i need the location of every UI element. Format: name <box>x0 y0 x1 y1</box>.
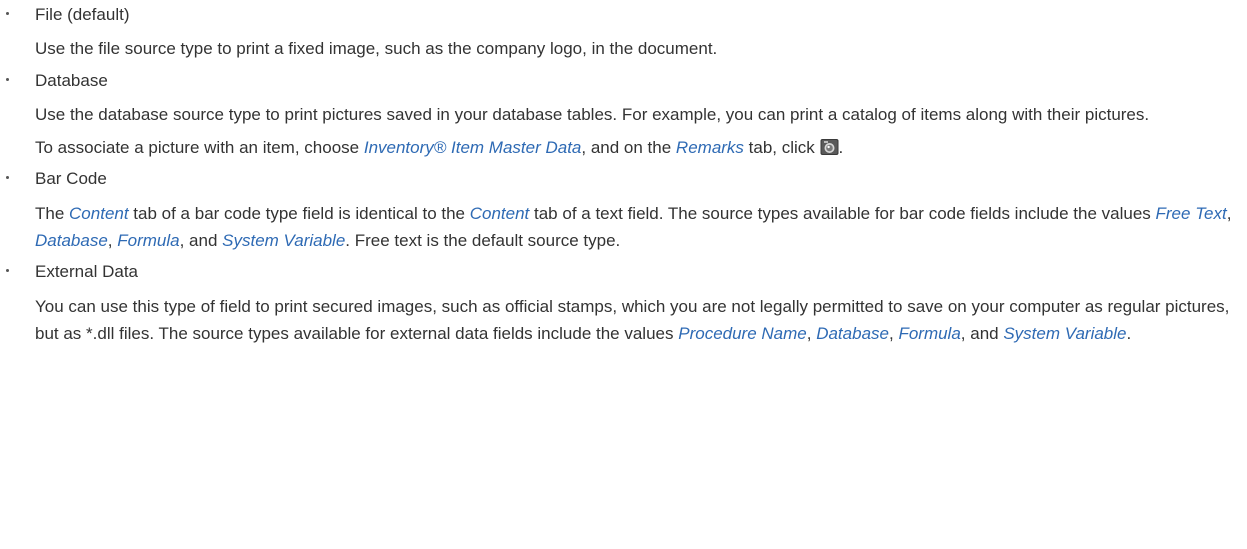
list-item-header: Database <box>0 66 1247 96</box>
text: Use the file source type to print a fixe… <box>35 39 718 58</box>
database-link[interactable]: Database <box>35 231 108 250</box>
paragraph: Use the database source type to print pi… <box>35 101 1237 128</box>
text: , <box>806 324 817 343</box>
list-item-label: External Data <box>35 262 138 281</box>
paragraph: To associate a picture with an item, cho… <box>35 134 1237 161</box>
system-variable-link[interactable]: System Variable <box>222 231 345 250</box>
list-item-bar-code: Bar Code The Content tab of a bar code t… <box>0 164 1247 254</box>
content-tab-link[interactable]: Content <box>470 204 530 223</box>
list-item-database: Database Use the database source type to… <box>0 66 1247 161</box>
remarks-tab-link[interactable]: Remarks <box>676 138 744 157</box>
paragraph: Use the file source type to print a fixe… <box>35 35 1237 62</box>
list-item-label: Database <box>35 71 108 90</box>
text: . <box>1126 324 1132 343</box>
list-item-header: File (default) <box>0 0 1247 30</box>
list-item-header: External Data <box>0 257 1247 287</box>
procedure-name-link[interactable]: Procedure Name <box>678 324 807 343</box>
list-item-external-data: External Data You can use this type of f… <box>0 257 1247 347</box>
paragraph: You can use this type of field to print … <box>35 293 1237 347</box>
document: File (default) Use the file source type … <box>0 0 1247 347</box>
text: , and <box>179 231 223 250</box>
formula-link[interactable]: Formula <box>898 324 960 343</box>
list-item-header: Bar Code <box>0 164 1247 194</box>
camera-icon[interactable] <box>820 137 839 155</box>
database-link[interactable]: Database <box>816 324 889 343</box>
text: The <box>35 204 70 223</box>
bullet <box>6 78 9 81</box>
text: tab of a text field. The source types av… <box>529 204 1156 223</box>
bullet <box>6 176 9 179</box>
text: tab, click <box>743 138 820 157</box>
content-tab-link[interactable]: Content <box>69 204 129 223</box>
paragraph: The Content tab of a bar code type field… <box>35 200 1237 254</box>
text: . <box>838 138 844 157</box>
formula-link[interactable]: Formula <box>117 231 179 250</box>
text: . Free text is the default source type. <box>345 231 621 250</box>
text: To associate a picture with an item, cho… <box>35 138 364 157</box>
system-variable-link[interactable]: System Variable <box>1003 324 1126 343</box>
free-text-link[interactable]: Free Text <box>1156 204 1227 223</box>
bullet <box>6 12 9 15</box>
text: , <box>107 231 118 250</box>
bullet <box>6 269 9 272</box>
text: tab of a bar code type field is identica… <box>128 204 470 223</box>
list-item-label: Bar Code <box>35 169 107 188</box>
text: , and on the <box>581 138 676 157</box>
list-item-label: File (default) <box>35 5 130 24</box>
list-item-file: File (default) Use the file source type … <box>0 0 1247 62</box>
text: , and <box>960 324 1004 343</box>
menu-path-link[interactable]: Inventory® Item Master Data <box>364 138 582 157</box>
text: , <box>1226 204 1232 223</box>
text: Use the database source type to print pi… <box>35 105 1150 124</box>
